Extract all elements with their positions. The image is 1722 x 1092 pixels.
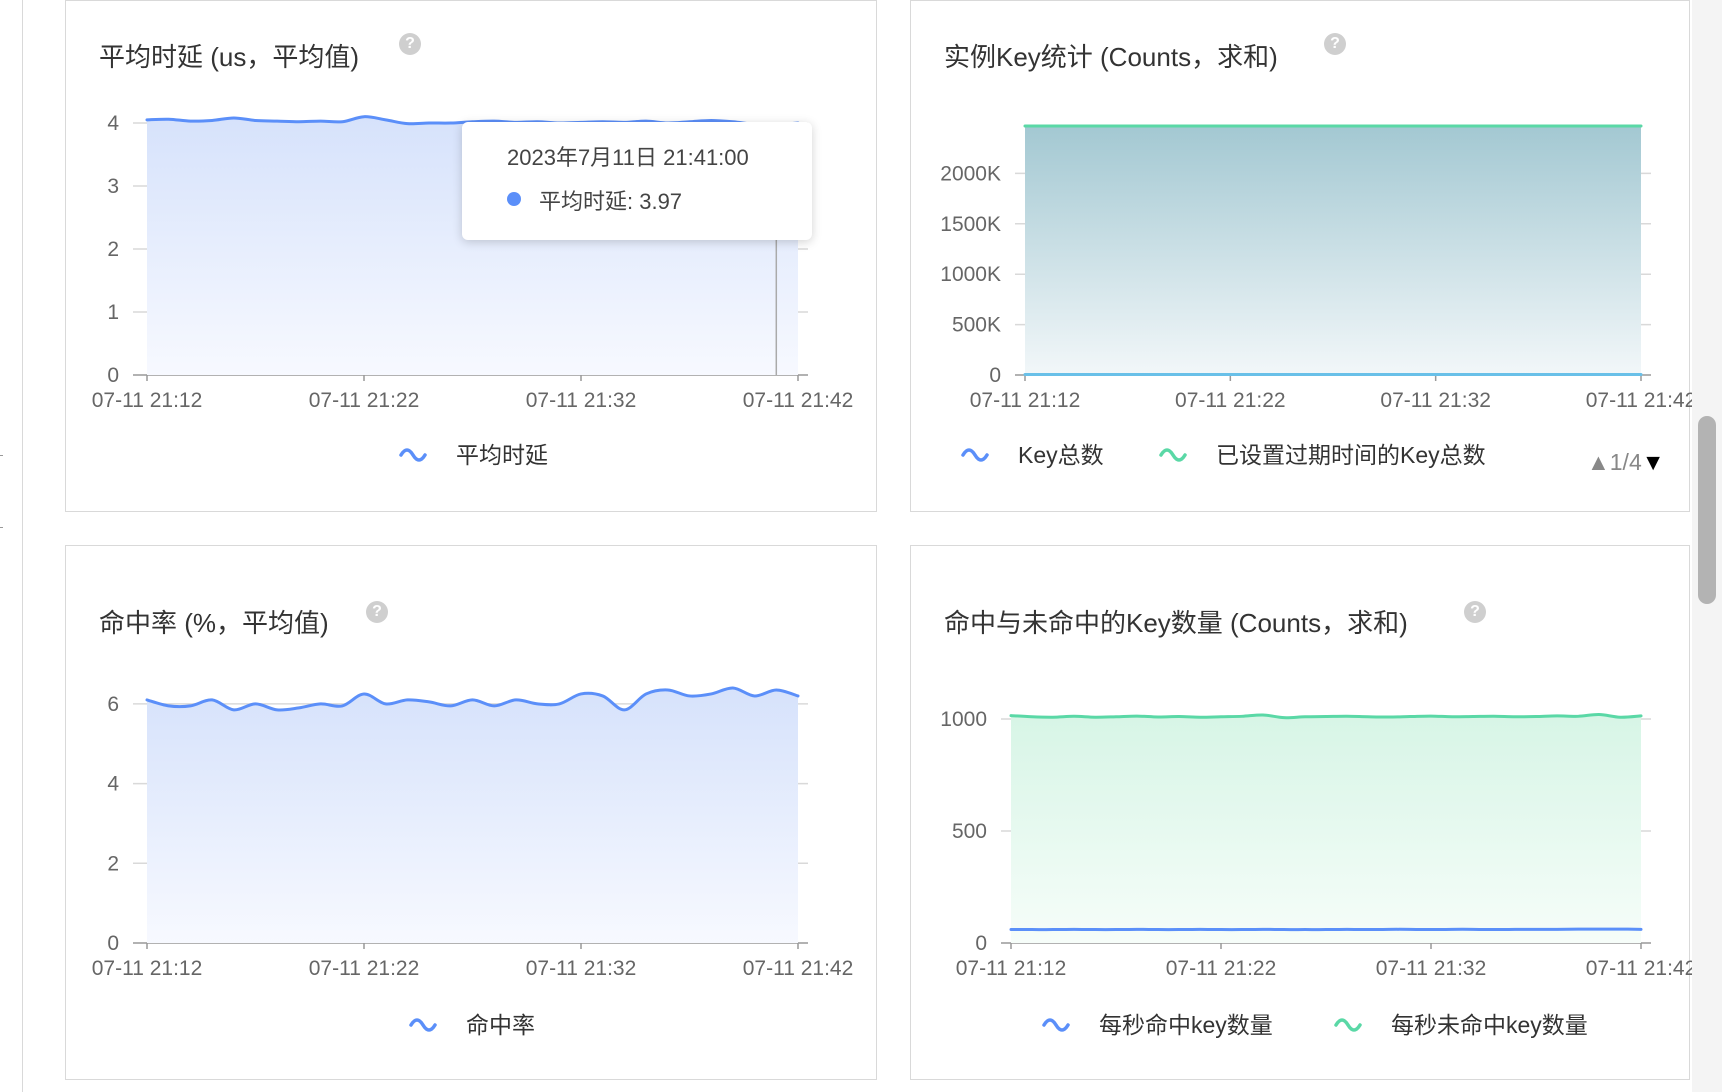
legend-label: 已设置过期时间的Key总数 bbox=[1216, 442, 1486, 468]
y-tick-label: 1500K bbox=[940, 213, 1001, 236]
wave-icon bbox=[961, 448, 989, 462]
y-tick-label: 0 bbox=[107, 932, 119, 955]
scrollbar-track[interactable] bbox=[1692, 0, 1722, 1092]
tooltip-time: 2023年7月11日 21:41:00 bbox=[507, 145, 749, 170]
x-tick-label: 07-11 21:32 bbox=[526, 957, 637, 980]
x-tick-label: 07-11 21:42 bbox=[743, 389, 854, 412]
x-tick-label: 07-11 21:22 bbox=[309, 389, 420, 412]
y-tick-label: 500K bbox=[952, 314, 1001, 337]
legend-label: 每秒命中key数量 bbox=[1099, 1012, 1273, 1038]
series-area bbox=[1025, 126, 1641, 375]
x-tick-label: 07-11 21:42 bbox=[1586, 957, 1697, 980]
y-tick-label: 2 bbox=[107, 852, 119, 875]
hit-rate-chart: 0 2 4 6 07-11 21:12 07-11 21:22 07-11 21:32 07-… bbox=[92, 686, 854, 1038]
series-line bbox=[1009, 713, 1643, 720]
x-tick-label: 07-11 21:22 bbox=[1166, 957, 1277, 980]
y-tick-label: 2000K bbox=[940, 162, 1001, 185]
edge-mark bbox=[0, 527, 3, 528]
x-tick-label: 07-11 21:42 bbox=[743, 957, 854, 980]
avg-latency-chart: 0 1 2 3 4 07-11 21:12 07-11 21:22 07-11 21:32 07… bbox=[92, 112, 854, 468]
y-tick-label: 500 bbox=[952, 820, 987, 843]
y-tick-label: 3 bbox=[107, 175, 119, 198]
series-area bbox=[147, 687, 798, 943]
x-tick-label: 07-11 21:22 bbox=[309, 957, 420, 980]
y-tick-label: 6 bbox=[107, 693, 119, 716]
x-tick-label: 07-11 21:12 bbox=[92, 957, 203, 980]
y-tick-label: 1000K bbox=[940, 263, 1001, 286]
x-tick-label: 07-11 21:22 bbox=[1175, 389, 1286, 412]
wave-icon bbox=[399, 448, 427, 462]
x-tick-label: 07-11 21:12 bbox=[92, 389, 203, 412]
key-stats-chart: 0 500K 1000K 1500K 2000K 07-11 21:12 07-11 21:… bbox=[940, 124, 1696, 468]
legend-label: Key总数 bbox=[1018, 442, 1104, 468]
x-tick-label: 07-11 21:32 bbox=[526, 389, 637, 412]
key-stats-panel: 实例Key统计 (Counts，求和) ? 0 500K 1000K 1500K 200… bbox=[910, 0, 1696, 512]
y-tick-label: 0 bbox=[107, 364, 119, 387]
avg-latency-panel: 平均时延 (us，平均值) ? 0 1 2 3 4 07-11 21:12 07-11 21… bbox=[65, 0, 877, 512]
wave-icon bbox=[1042, 1018, 1070, 1032]
left-divider bbox=[22, 0, 23, 1092]
series-area bbox=[1011, 714, 1641, 943]
y-tick-label: 1 bbox=[107, 301, 119, 324]
x-tick-label: 07-11 21:32 bbox=[1380, 389, 1491, 412]
wave-icon bbox=[409, 1018, 437, 1032]
legend-label: 每秒未命中key数量 bbox=[1391, 1012, 1588, 1038]
y-tick-label: 0 bbox=[975, 932, 987, 955]
tooltip-value: 平均时延: 3.97 bbox=[539, 189, 683, 214]
y-tick-label: 1000 bbox=[940, 708, 987, 731]
legend-label: 平均时延 bbox=[456, 442, 548, 468]
y-tick-label: 4 bbox=[107, 112, 119, 135]
y-tick-label: 0 bbox=[989, 364, 1001, 387]
x-tick-label: 07-11 21:32 bbox=[1376, 957, 1487, 980]
x-tick-label: 07-11 21:42 bbox=[1586, 389, 1697, 412]
legend-pager: ▲1/4▼ bbox=[1587, 449, 1665, 476]
pager-up-button[interactable]: ▲ bbox=[1587, 449, 1610, 475]
tooltip-dot bbox=[507, 192, 521, 206]
y-tick-label: 2 bbox=[107, 238, 119, 261]
hit-miss-chart: 0 500 1000 07-11 21:12 07-11 21:22 07-11 21:3… bbox=[940, 708, 1696, 1038]
hit-rate-panel: 命中率 (%，平均值) ? 0 2 4 6 07-11 21:12 07-11 21:22… bbox=[65, 545, 877, 1080]
legend-label: 命中率 bbox=[466, 1012, 535, 1038]
chart-tooltip: 2023年7月11日 21:41:00 平均时延: 3.97 bbox=[462, 122, 812, 240]
scrollbar-thumb[interactable] bbox=[1698, 416, 1716, 604]
pager-down-button[interactable]: ▼ bbox=[1642, 449, 1665, 475]
pager-text: 1/4 bbox=[1609, 449, 1642, 475]
y-tick-label: 4 bbox=[107, 773, 119, 796]
x-tick-label: 07-11 21:12 bbox=[956, 957, 1067, 980]
wave-icon bbox=[1159, 448, 1187, 462]
wave-icon bbox=[1334, 1018, 1362, 1032]
x-tick-label: 07-11 21:12 bbox=[970, 389, 1081, 412]
hit-miss-panel: 命中与未命中的Key数量 (Counts，求和) ? 0 500 1000 07-11… bbox=[910, 545, 1696, 1080]
edge-mark bbox=[0, 455, 3, 456]
